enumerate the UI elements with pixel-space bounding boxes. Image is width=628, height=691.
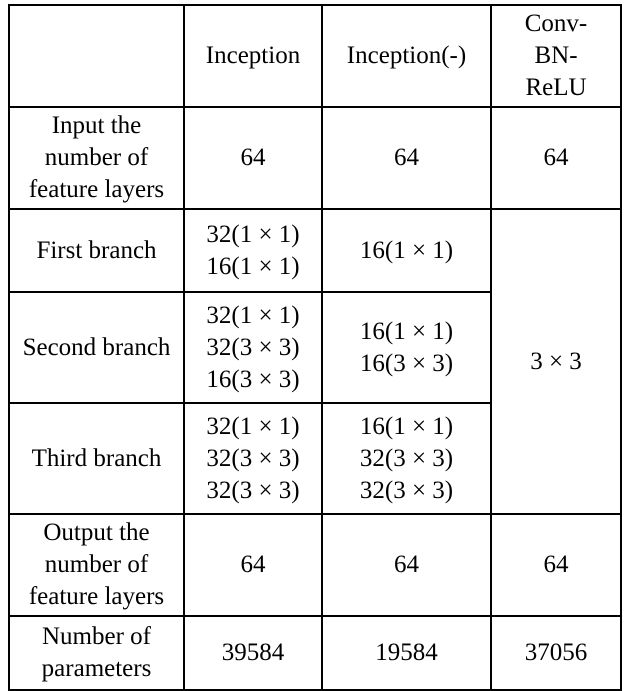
header-conv-bn-relu-line2: BN- [534, 42, 578, 69]
conv-spec-line: 16(3 × 3) [206, 365, 300, 393]
cell-params-conv-bn-relu: 37056 [490, 615, 622, 691]
row-label-number-of-parameters: Number of parameters [8, 615, 185, 691]
row-label-output-feature-layers: Output the number of feature layers [8, 513, 185, 617]
conv-spec-line: 32(1 × 1) [206, 220, 300, 248]
header-corner-empty [8, 4, 185, 108]
conv-spec-line: 32(3 × 3) [206, 444, 300, 472]
conv-spec-line: 16(1 × 1) [206, 252, 300, 280]
row-label-line2: number of [44, 144, 149, 171]
conv-spec-line: 32(1 × 1) [206, 301, 300, 329]
cell-params-inception: 39584 [183, 615, 323, 691]
table-container: Inception Inception(-) Conv- BN- ReLU In… [8, 4, 622, 691]
conv-spec-line: 32(3 × 3) [206, 476, 300, 504]
cell-output-inception: 64 [183, 513, 323, 617]
cell-output-inception-minus: 64 [321, 513, 492, 617]
cell-first-branch-inception: 32(1 × 1) 16(1 × 1) [183, 208, 323, 293]
conv-spec-line: 32(1 × 1) [206, 412, 300, 440]
conv-spec-line: 16(1 × 1) [359, 236, 454, 264]
row-label-line2: parameters [41, 655, 152, 682]
cell-third-branch-inception: 32(1 × 1) 32(3 × 3) 32(3 × 3) [183, 402, 323, 515]
cell-output-conv-bn-relu: 64 [490, 513, 622, 617]
cell-second-branch-inception: 32(1 × 1) 32(3 × 3) 16(3 × 3) [183, 291, 323, 404]
row-label-second-branch: Second branch [8, 291, 185, 404]
conv-spec-line: 16(1 × 1) [359, 317, 454, 345]
cell-first-branch-inception-minus: 16(1 × 1) [321, 208, 492, 293]
table-header-row: Inception Inception(-) Conv- BN- ReLU [8, 4, 622, 108]
row-label-line3: feature layers [28, 176, 165, 203]
header-inception-minus: Inception(-) [321, 4, 492, 108]
table-row-first-branch: First branch 32(1 × 1) 16(1 × 1) 16(1 × … [8, 208, 622, 515]
conv-spec-line: 16(3 × 3) [359, 349, 454, 377]
cell-third-branch-inception-minus: 16(1 × 1) 32(3 × 3) 32(3 × 3) [321, 402, 492, 515]
cell-input-inception-minus: 64 [321, 106, 492, 210]
row-label-line3: feature layers [28, 583, 165, 610]
table-row-number-of-parameters: Number of parameters 39584 19584 37056 [8, 615, 622, 691]
header-conv-bn-relu: Conv- BN- ReLU [490, 4, 622, 108]
header-conv-bn-relu-line1: Conv- [524, 10, 588, 37]
conv-spec-line: 32(3 × 3) [206, 333, 300, 361]
row-label-line1: Input the [51, 112, 142, 139]
row-label-third-branch: Third branch [8, 402, 185, 515]
row-label-line1: Number of [42, 623, 151, 650]
table-row-output-feature-layers: Output the number of feature layers 64 6… [8, 513, 622, 617]
cell-second-branch-inception-minus: 16(1 × 1) 16(3 × 3) [321, 291, 492, 404]
row-label-input-feature-layers: Input the number of feature layers [8, 106, 185, 210]
architecture-comparison-table: Inception Inception(-) Conv- BN- ReLU In… [8, 4, 622, 691]
cell-input-conv-bn-relu: 64 [490, 106, 622, 210]
cell-params-inception-minus: 19584 [321, 615, 492, 691]
row-label-line2: number of [44, 551, 149, 578]
cell-branches-conv-bn-relu-merged: 3 × 3 [490, 208, 622, 515]
row-label-line1: Output the [43, 519, 150, 546]
cell-input-inception: 64 [183, 106, 323, 210]
table-row-input-feature-layers: Input the number of feature layers 64 64… [8, 106, 622, 210]
conv-spec-line: 32(3 × 3) [359, 444, 454, 472]
conv-spec-line: 16(1 × 1) [359, 412, 454, 440]
header-inception: Inception [183, 4, 323, 108]
row-label-first-branch: First branch [8, 208, 185, 293]
header-conv-bn-relu-line3: ReLU [525, 74, 587, 101]
conv-spec-line: 32(3 × 3) [359, 476, 454, 504]
